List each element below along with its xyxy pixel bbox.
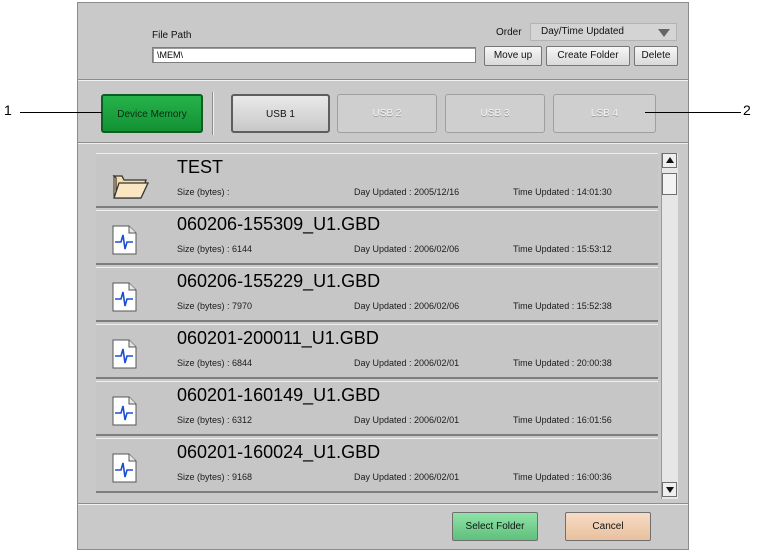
order-dropdown[interactable]: Day/Time Updated	[530, 23, 677, 41]
usb3-button[interactable]: USB 3	[445, 94, 545, 133]
file-name: 060206-155229_U1.GBD	[177, 271, 381, 291]
move-up-button[interactable]: Move up	[484, 46, 542, 66]
file-size: Size (bytes) : 7970	[177, 301, 253, 311]
list-item-file[interactable]: 060201-160024_U1.GBD Size (bytes) : 9168…	[96, 438, 658, 493]
list-item-file[interactable]: 060206-155229_U1.GBD Size (bytes) : 7970…	[96, 267, 658, 322]
chevron-down-icon	[658, 29, 670, 37]
file-name: 060201-160024_U1.GBD	[177, 442, 381, 462]
time-updated: Time Updated : 15:53:12	[513, 244, 612, 254]
usb1-button[interactable]: USB 1	[231, 94, 330, 133]
time-updated: Time Updated : 20:00:38	[513, 358, 612, 368]
arrow-down-icon	[666, 487, 674, 493]
file-path-label: File Path	[152, 30, 192, 41]
create-folder-button[interactable]: Create Folder	[546, 46, 630, 66]
time-updated: Time Updated : 15:52:38	[513, 301, 612, 311]
day-updated: Day Updated : 2005/12/16	[354, 187, 460, 197]
callout-2-number: 2	[743, 102, 751, 118]
file-name: TEST	[177, 157, 224, 177]
media-separator	[212, 92, 214, 135]
header-divider	[78, 79, 688, 81]
device-memory-button[interactable]: Device Memory	[101, 94, 203, 133]
file-size: Size (bytes) :	[177, 187, 230, 197]
arrow-up-icon	[666, 157, 674, 163]
media-divider	[78, 142, 688, 144]
list-item-file[interactable]: 060201-200011_U1.GBD Size (bytes) : 6844…	[96, 324, 658, 379]
time-updated: Time Updated : 16:00:36	[513, 472, 612, 482]
usb2-button[interactable]: USB 2	[337, 94, 437, 133]
day-updated: Day Updated : 2006/02/01	[354, 472, 460, 482]
waveform-file-icon	[110, 396, 138, 431]
callout-2-line	[645, 112, 741, 113]
list-item-file[interactable]: 060206-155309_U1.GBD Size (bytes) : 6144…	[96, 210, 658, 265]
list-item-folder[interactable]: TEST Size (bytes) : Day Updated : 2005/1…	[96, 153, 658, 208]
file-size: Size (bytes) : 6144	[177, 244, 253, 254]
file-size: Size (bytes) : 9168	[177, 472, 253, 482]
time-updated: Time Updated : 16:01:56	[513, 415, 612, 425]
file-name: 060201-160149_U1.GBD	[177, 385, 381, 405]
file-name: 060201-200011_U1.GBD	[177, 328, 379, 348]
callout-1-number: 1	[4, 102, 12, 118]
usb4-button[interactable]: LSB 4	[553, 94, 656, 133]
scroll-thumb[interactable]	[662, 173, 677, 195]
delete-button[interactable]: Delete	[634, 46, 678, 66]
day-updated: Day Updated : 2006/02/01	[354, 358, 460, 368]
waveform-file-icon	[110, 282, 138, 317]
file-size: Size (bytes) : 6844	[177, 358, 253, 368]
file-name: 060206-155309_U1.GBD	[177, 214, 381, 234]
file-size: Size (bytes) : 6312	[177, 415, 253, 425]
time-updated: Time Updated : 14:01:30	[513, 187, 612, 197]
waveform-file-icon	[110, 339, 138, 374]
list-item-file[interactable]: 060201-160149_U1.GBD Size (bytes) : 6312…	[96, 381, 658, 436]
day-updated: Day Updated : 2006/02/01	[354, 415, 460, 425]
cancel-button[interactable]: Cancel	[565, 512, 651, 541]
file-path-field[interactable]: \MEM\	[152, 47, 476, 63]
order-label: Order	[496, 27, 522, 38]
footer-divider	[78, 503, 688, 505]
folder-icon	[110, 168, 150, 207]
select-folder-button[interactable]: Select Folder	[452, 512, 538, 541]
waveform-file-icon	[110, 225, 138, 260]
vertical-scrollbar[interactable]	[661, 153, 678, 499]
file-list: TEST Size (bytes) : Day Updated : 2005/1…	[96, 153, 658, 499]
day-updated: Day Updated : 2006/02/06	[354, 301, 460, 311]
callout-1-line	[20, 112, 102, 113]
order-value: Day/Time Updated	[541, 26, 624, 37]
waveform-file-icon	[110, 453, 138, 488]
scroll-up-button[interactable]	[662, 153, 677, 168]
day-updated: Day Updated : 2006/02/06	[354, 244, 460, 254]
scroll-down-button[interactable]	[662, 482, 677, 497]
